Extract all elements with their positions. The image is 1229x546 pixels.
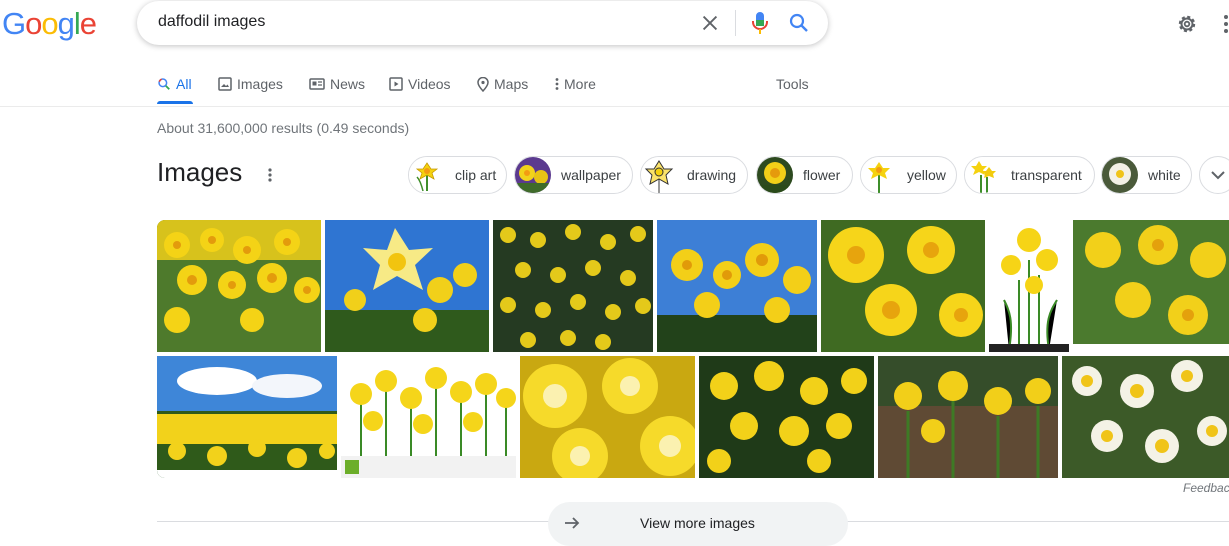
logo-letter: e [79, 6, 97, 41]
logo-letter: o [25, 6, 42, 41]
more-options-icon[interactable] [262, 165, 278, 185]
view-more-label: View more images [640, 515, 755, 531]
tab-news[interactable]: News [309, 74, 365, 94]
google-logo[interactable]: Google [2, 6, 97, 42]
image-result[interactable] [1073, 220, 1229, 352]
tab-images[interactable]: Images [218, 74, 283, 94]
news-icon [309, 78, 325, 90]
tab-all[interactable]: All [157, 74, 192, 94]
gear-icon[interactable] [1175, 12, 1199, 36]
image-result[interactable] [657, 220, 817, 352]
chip-white[interactable]: white [1101, 156, 1192, 194]
result-stats: About 31,600,000 results (0.49 seconds) [157, 120, 410, 136]
image-result[interactable] [157, 356, 337, 478]
image-icon [218, 77, 232, 91]
tab-label: News [330, 76, 366, 92]
image-result[interactable] [1062, 356, 1229, 478]
search-input[interactable]: daffodil images [158, 13, 265, 31]
chip-label: drawing [687, 167, 737, 183]
logo-letter: o [41, 6, 58, 41]
logo-letter: g [57, 6, 75, 41]
chip-drawing[interactable]: drawing [640, 156, 748, 194]
tools-label: Tools [776, 76, 809, 92]
tools-button[interactable]: Tools [776, 74, 809, 94]
logo-letter: G [2, 6, 26, 41]
tab-label: All [176, 76, 192, 92]
image-result[interactable] [325, 220, 489, 352]
chip-thumbnail [515, 157, 551, 193]
chips-next-button[interactable] [1199, 156, 1229, 194]
video-icon [389, 77, 403, 91]
search-icon [158, 78, 170, 90]
more-dots-icon [555, 78, 559, 90]
feedback-link[interactable]: Feedback [1183, 481, 1229, 495]
chip-label: wallpaper [561, 167, 621, 183]
chip-label: yellow [907, 167, 946, 183]
chevron-down-icon [1211, 171, 1225, 180]
close-icon[interactable] [699, 12, 721, 34]
tabs-divider [0, 106, 1229, 107]
chip-thumbnail [861, 157, 897, 193]
image-result[interactable] [699, 356, 874, 478]
tab-more[interactable]: More [555, 74, 596, 94]
search-box[interactable]: daffodil images [137, 1, 828, 45]
search-icon[interactable] [787, 11, 811, 35]
search-divider [735, 10, 736, 36]
image-result[interactable] [157, 220, 321, 352]
tab-maps[interactable]: Maps [477, 74, 528, 94]
chip-label: clip art [455, 167, 497, 183]
chip-clip-art[interactable]: clip art [408, 156, 507, 194]
chip-label: white [1148, 167, 1181, 183]
arrow-right-icon [565, 517, 580, 529]
chip-label: flower [803, 167, 841, 183]
chip-label: transparent [1011, 167, 1082, 183]
chip-wallpaper[interactable]: wallpaper [514, 156, 633, 194]
image-result[interactable] [989, 220, 1069, 352]
image-result[interactable] [878, 356, 1058, 478]
image-result[interactable] [341, 356, 516, 478]
microphone-icon[interactable] [749, 10, 771, 36]
chip-thumbnail [1102, 157, 1138, 193]
tab-label: More [564, 76, 596, 92]
image-result[interactable] [821, 220, 985, 352]
chip-thumbnail [757, 157, 793, 193]
tab-label: Maps [494, 76, 529, 92]
chip-flower[interactable]: flower [756, 156, 853, 194]
image-result[interactable] [520, 356, 695, 478]
tab-label: Videos [408, 76, 451, 92]
tab-videos[interactable]: Videos [389, 74, 451, 94]
chip-thumbnail [409, 157, 445, 193]
chip-thumbnail [641, 157, 677, 193]
chip-yellow[interactable]: yellow [860, 156, 957, 194]
apps-icon[interactable] [1223, 14, 1229, 34]
images-section-title: Images [157, 157, 243, 187]
tab-label: Images [237, 76, 283, 92]
view-more-images-button[interactable]: View more images [548, 502, 848, 546]
chip-transparent[interactable]: transparent [964, 156, 1095, 194]
chip-thumbnail [965, 157, 1001, 193]
active-tab-indicator [157, 101, 193, 104]
map-pin-icon [477, 76, 489, 92]
image-result[interactable] [493, 220, 653, 352]
